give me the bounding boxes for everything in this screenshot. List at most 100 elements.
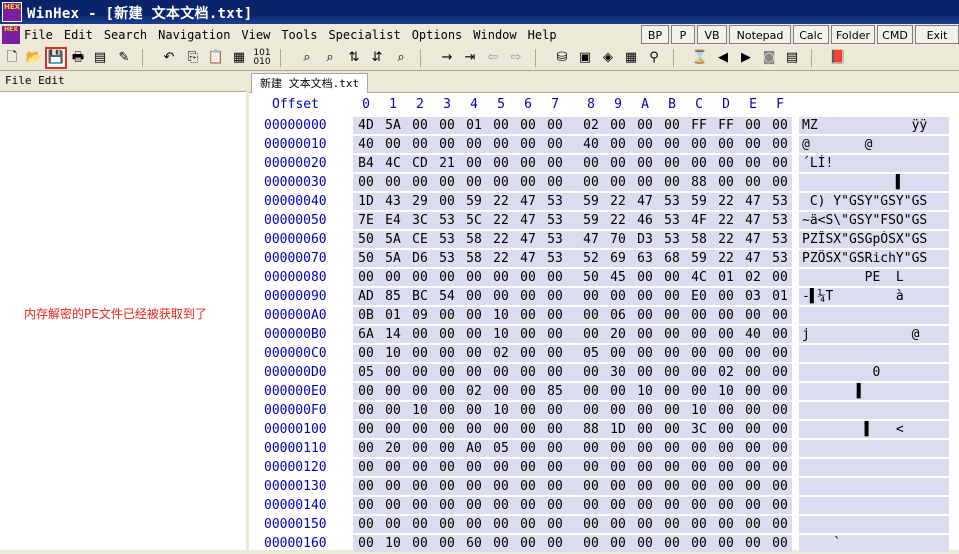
hex-byte[interactable]: BC (409, 289, 431, 304)
hex-byte[interactable]: 00 (661, 156, 683, 171)
ascii-text[interactable] (799, 478, 949, 495)
hex-byte[interactable]: 22 (490, 251, 512, 266)
hex-byte[interactable]: 59 (580, 213, 602, 228)
hex-byte[interactable]: 00 (742, 403, 764, 418)
ascii-text[interactable]: C) Y"GSY"GSY"GS (799, 193, 949, 210)
hex-byte[interactable]: 00 (580, 403, 602, 418)
hex-byte[interactable]: 00 (661, 536, 683, 551)
button-calc[interactable]: Calc (793, 25, 829, 44)
hex-byte[interactable]: 00 (634, 498, 656, 513)
hex-byte[interactable]: 3C (688, 422, 710, 437)
hex-byte[interactable]: 00 (544, 498, 566, 513)
hex-byte[interactable]: 63 (634, 251, 656, 266)
hex-byte[interactable]: 00 (517, 327, 539, 342)
back-icon[interactable]: ⇦ (484, 49, 502, 67)
hex-byte[interactable]: 00 (607, 498, 629, 513)
hex-byte[interactable]: 00 (580, 175, 602, 190)
disk-editor-icon[interactable]: ⛁ (553, 49, 571, 67)
find-next-icon[interactable]: ⌕ (392, 49, 410, 67)
hex-byte[interactable]: 00 (742, 441, 764, 456)
hex-bytes[interactable]: 40 00 00 00 00 00 00 00 40 00 00 00 00 00 00 00 (353, 136, 792, 153)
row-offset[interactable]: 000000A0 (264, 308, 327, 323)
hex-byte[interactable]: 00 (769, 384, 791, 399)
hex-byte[interactable]: 00 (742, 536, 764, 551)
hex-byte[interactable]: 00 (436, 498, 458, 513)
hex-byte[interactable]: 00 (661, 270, 683, 285)
hex-byte[interactable]: 59 (688, 251, 710, 266)
hex-byte[interactable]: 00 (436, 137, 458, 152)
hex-byte[interactable]: 00 (463, 346, 485, 361)
hex-byte[interactable]: 00 (463, 156, 485, 171)
hex-byte[interactable]: 30 (607, 365, 629, 380)
hex-byte[interactable]: 00 (661, 346, 683, 361)
hex-byte[interactable]: 00 (688, 346, 710, 361)
hex-byte[interactable]: 00 (517, 137, 539, 152)
hex-byte[interactable]: 00 (769, 479, 791, 494)
hex-bytes[interactable]: B4 4C CD 21 00 00 00 00 00 00 00 00 00 00 00 00 (353, 155, 792, 172)
hex-byte[interactable]: 05 (355, 365, 377, 380)
hex-byte[interactable]: 53 (544, 232, 566, 247)
hex-byte[interactable]: 00 (490, 118, 512, 133)
hex-byte[interactable]: 00 (490, 517, 512, 532)
hex-byte[interactable]: 00 (715, 346, 737, 361)
button-notepad[interactable]: Notepad (729, 25, 791, 44)
replace-icon[interactable]: ⇅ (345, 49, 363, 67)
hex-byte[interactable]: 00 (463, 289, 485, 304)
left-pane-header[interactable]: File Edit (0, 71, 246, 92)
row-offset[interactable]: 00000090 (264, 289, 327, 304)
hex-byte[interactable]: 00 (661, 384, 683, 399)
hex-byte[interactable]: 00 (634, 175, 656, 190)
hex-byte[interactable]: 00 (382, 270, 404, 285)
hex-byte[interactable]: 00 (661, 441, 683, 456)
hex-byte[interactable]: 58 (463, 232, 485, 247)
hex-byte[interactable]: 00 (580, 308, 602, 323)
hex-byte[interactable]: 58 (688, 232, 710, 247)
hex-byte[interactable]: 85 (382, 289, 404, 304)
hex-byte[interactable]: 53 (661, 213, 683, 228)
disk-image-icon[interactable]: ◈ (599, 49, 617, 67)
menu-edit[interactable]: Edit (64, 28, 93, 42)
hex-byte[interactable]: 59 (580, 194, 602, 209)
goto-offset-icon[interactable]: → (438, 49, 456, 67)
ascii-text[interactable] (799, 516, 949, 533)
hex-byte[interactable]: 00 (436, 441, 458, 456)
hex-bytes[interactable]: AD 85 BC 54 00 00 00 00 00 00 00 00 E0 00 03 01 (353, 288, 792, 305)
hex-byte[interactable]: 52 (580, 251, 602, 266)
hex-byte[interactable]: 00 (769, 346, 791, 361)
hex-byte[interactable]: 60 (463, 536, 485, 551)
hex-byte[interactable]: 05 (580, 346, 602, 361)
help-book-icon[interactable]: 📕 (829, 49, 847, 67)
hex-byte[interactable]: 00 (355, 384, 377, 399)
hex-byte[interactable]: 00 (688, 384, 710, 399)
hex-bytes[interactable]: 05 00 00 00 00 00 00 00 00 30 00 00 00 02 00 00 (353, 364, 792, 381)
hex-byte[interactable]: 00 (490, 137, 512, 152)
hex-byte[interactable]: 00 (607, 479, 629, 494)
ascii-text[interactable]: ▌ (799, 383, 949, 400)
hex-byte[interactable]: 50 (355, 251, 377, 266)
hex-byte[interactable]: 58 (463, 251, 485, 266)
hex-byte[interactable]: 00 (769, 308, 791, 323)
hex-byte[interactable]: 10 (634, 384, 656, 399)
button-cmd[interactable]: CMD (877, 25, 913, 44)
hex-byte[interactable]: 00 (661, 460, 683, 475)
hex-byte[interactable]: 00 (769, 498, 791, 513)
hex-byte[interactable]: 5A (382, 118, 404, 133)
hex-byte[interactable]: 00 (409, 536, 431, 551)
hex-byte[interactable]: 3C (409, 213, 431, 228)
ascii-text[interactable] (799, 497, 949, 514)
hex-byte[interactable]: 00 (463, 270, 485, 285)
hex-byte[interactable]: D3 (634, 232, 656, 247)
hex-byte[interactable]: 00 (544, 137, 566, 152)
hex-byte[interactable]: 00 (715, 498, 737, 513)
hex-byte[interactable]: 02 (490, 346, 512, 361)
button-vb[interactable]: VB (697, 25, 727, 44)
hex-byte[interactable]: 00 (661, 137, 683, 152)
hex-byte[interactable]: 00 (409, 327, 431, 342)
hex-byte[interactable]: 22 (490, 213, 512, 228)
ascii-text[interactable] (799, 402, 949, 419)
hex-byte[interactable]: 00 (544, 441, 566, 456)
hex-byte[interactable]: 00 (409, 517, 431, 532)
row-offset[interactable]: 000000B0 (264, 327, 327, 342)
hex-byte[interactable]: 00 (436, 517, 458, 532)
ascii-text[interactable]: @ @ (799, 136, 949, 153)
